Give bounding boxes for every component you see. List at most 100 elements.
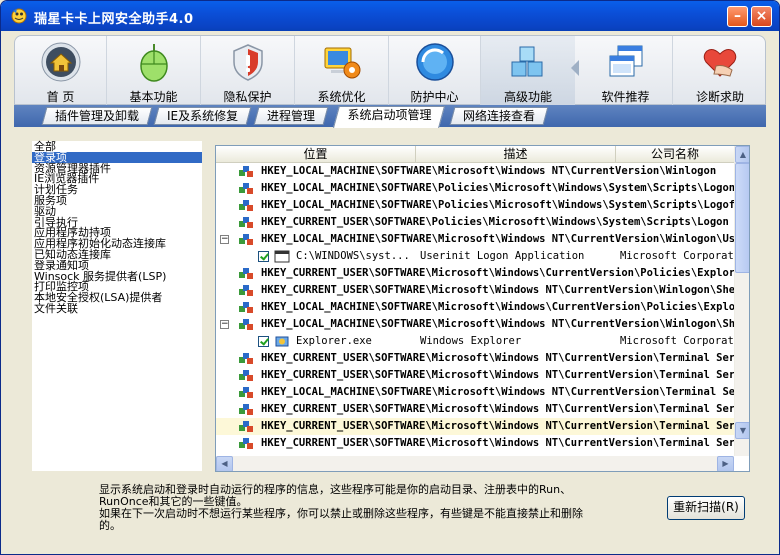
row-location: HKEY_CURRENT_USER\SOFTWARE\Microsoft\Win… (261, 403, 734, 415)
row-location: HKEY_CURRENT_USER\SOFTWARE\Microsoft\Win… (261, 284, 734, 296)
startup-items-list[interactable]: 位置 描述 公司名称 HKEY_LOCAL_MACHINE\SOFTWARE\M… (215, 145, 750, 472)
heart-hand-icon (703, 49, 737, 77)
table-row[interactable]: − HKEY_LOCAL_MACHINE\SOFTWARE\Microsoft\… (216, 316, 734, 333)
row-company: Microsoft Corporation (620, 250, 734, 262)
toolbar-privacy-label: 隐私保护 (223, 90, 272, 104)
list-body: HKEY_LOCAL_MACHINE\SOFTWARE\Microsoft\Wi… (216, 163, 734, 456)
toolbar-optimize[interactable]: 系统优化 (295, 36, 389, 106)
row-location: HKEY_CURRENT_USER\SOFTWARE\Microsoft\Win… (261, 437, 734, 449)
registry-key-icon (239, 319, 253, 330)
vertical-scrollbar[interactable]: ▲ ▼ (734, 146, 749, 456)
row-location: HKEY_CURRENT_USER\SOFTWARE\Policies\Micr… (261, 216, 729, 228)
title-bar[interactable]: 瑞星卡卡上网安全助手4.0 – × (1, 1, 779, 31)
tab-plugin-manage[interactable]: 插件管理及卸载 (41, 107, 153, 125)
tab-network-connections[interactable]: 网络连接查看 (449, 107, 549, 125)
table-row[interactable]: HKEY_LOCAL_MACHINE\SOFTWARE\Policies\Mic… (216, 197, 734, 214)
tab-plugin-manage-label: 插件管理及卸载 (55, 109, 140, 123)
table-row[interactable]: HKEY_LOCAL_MACHINE\SOFTWARE\Microsoft\Wi… (216, 163, 734, 180)
list-header: 位置 描述 公司名称 (216, 146, 734, 163)
table-row[interactable]: HKEY_LOCAL_MACHINE\SOFTWARE\Microsoft\Wi… (216, 299, 734, 316)
collapse-toggle[interactable]: − (220, 320, 229, 329)
collapse-toggle[interactable]: − (220, 235, 229, 244)
table-row[interactable]: HKEY_CURRENT_USER\SOFTWARE\Microsoft\Win… (216, 265, 734, 282)
close-button[interactable]: × (751, 6, 772, 27)
registry-key-icon (239, 285, 253, 296)
tab-process-manage[interactable]: 进程管理 (253, 107, 329, 125)
minimize-button[interactable]: – (727, 6, 748, 27)
table-row[interactable]: HKEY_CURRENT_USER\SOFTWARE\Microsoft\Win… (216, 418, 734, 435)
column-description[interactable]: 描述 (416, 146, 616, 163)
description-line: 如果在下一次启动时不想运行某些程序，你可以禁止或删除这些程序，有些键是不能直接禁… (99, 507, 583, 520)
row-location: HKEY_LOCAL_MACHINE\SOFTWARE\Policies\Mic… (261, 182, 734, 194)
table-row[interactable]: Explorer.exe Windows Explorer Microsoft … (216, 333, 734, 350)
registry-key-icon (239, 387, 253, 398)
tab-network-connections-label: 网络连接查看 (463, 109, 536, 123)
globe-icon (415, 43, 454, 81)
table-row[interactable]: − HKEY_LOCAL_MACHINE\SOFTWARE\Microsoft\… (216, 231, 734, 248)
toolbar-protection-label: 防护中心 (410, 90, 459, 104)
windows-icon (609, 45, 642, 77)
registry-key-icon (239, 302, 253, 313)
registry-key-icon (239, 217, 253, 228)
scroll-left-button[interactable]: ◀ (216, 456, 233, 471)
registry-key-icon (239, 353, 253, 364)
column-company[interactable]: 公司名称 (616, 146, 734, 163)
table-row[interactable]: HKEY_LOCAL_MACHINE\SOFTWARE\Microsoft\Wi… (216, 384, 734, 401)
toolbar-software-label: 软件推荐 (601, 90, 650, 104)
toolbar-help[interactable]: 诊断求助 (673, 36, 767, 106)
scroll-down-button[interactable]: ▼ (735, 422, 749, 439)
table-row[interactable]: HKEY_CURRENT_USER\SOFTWARE\Policies\Micr… (216, 214, 734, 231)
tab-process-manage-label: 进程管理 (267, 109, 316, 123)
toolbar-software[interactable]: 软件推荐 (579, 36, 673, 106)
table-row[interactable]: C:\WINDOWS\syst... Userinit Logon Applic… (216, 248, 734, 265)
home-icon (41, 42, 80, 82)
toolbar-privacy[interactable]: 隐私保护 (201, 36, 295, 106)
table-row[interactable]: HKEY_CURRENT_USER\SOFTWARE\Microsoft\Win… (216, 350, 734, 367)
column-location[interactable]: 位置 (216, 146, 416, 163)
row-location: HKEY_LOCAL_MACHINE\SOFTWARE\Microsoft\Wi… (261, 318, 734, 330)
category-item-services[interactable]: 服务项 (32, 195, 202, 206)
enable-checkbox[interactable] (258, 336, 269, 347)
registry-key-icon (239, 200, 253, 211)
registry-key-icon (239, 421, 253, 432)
enable-checkbox[interactable] (258, 251, 269, 262)
category-list[interactable]: 全部 登录项 资源管理器插件 IE浏览器插件 计划任务 服务项 驱动 引导执行 … (32, 141, 202, 471)
toolbar-advanced[interactable]: 高级功能 (481, 36, 575, 106)
scroll-thumb[interactable] (735, 163, 749, 273)
row-location: HKEY_CURRENT_USER\SOFTWARE\Microsoft\Win… (261, 267, 734, 279)
tab-startup-manage-label: 系统启动项管理 (347, 108, 432, 122)
registry-key-icon (239, 370, 253, 381)
row-location: Explorer.exe (296, 335, 372, 347)
main-window: 瑞星卡卡上网安全助手4.0 – × 首 页 基本功能 隐私保护 系统优化 防护中… (0, 0, 780, 555)
scroll-right-button[interactable]: ▶ (717, 456, 734, 471)
scroll-up-button[interactable]: ▲ (735, 146, 749, 163)
row-description: Userinit Logon Application (420, 250, 585, 262)
toolbar-basic-label: 基本功能 (129, 90, 178, 104)
table-row[interactable]: HKEY_CURRENT_USER\SOFTWARE\Microsoft\Win… (216, 401, 734, 418)
subtab-bar: 插件管理及卸载 IE及系统修复 进程管理 系统启动项管理 网络连接查看 (14, 105, 766, 128)
tab-ie-repair[interactable]: IE及系统修复 (153, 107, 252, 125)
toolbar-home[interactable]: 首 页 (15, 36, 107, 106)
description-text: 显示系统启动和登录时自动运行的程序的信息，这些程序可能是你的启动目录、注册表中的… (99, 484, 659, 532)
tab-startup-manage[interactable]: 系统启动项管理 (333, 106, 445, 128)
table-row[interactable]: HKEY_LOCAL_MACHINE\SOFTWARE\Policies\Mic… (216, 180, 734, 197)
row-location: HKEY_CURRENT_USER\SOFTWARE\Microsoft\Win… (261, 369, 734, 381)
toolbar-basic[interactable]: 基本功能 (107, 36, 201, 106)
category-item-logon[interactable]: 登录项 (32, 151, 202, 163)
horizontal-scrollbar[interactable]: ◀ ▶ (216, 456, 734, 471)
window-file-icon (274, 250, 290, 263)
row-description: Windows Explorer (420, 335, 522, 347)
category-item-drivers[interactable]: 驱动 (32, 206, 202, 217)
table-row[interactable]: HKEY_CURRENT_USER\SOFTWARE\Microsoft\Win… (216, 282, 734, 299)
table-row[interactable]: HKEY_CURRENT_USER\SOFTWARE\Microsoft\Win… (216, 435, 734, 452)
row-location: HKEY_LOCAL_MACHINE\SOFTWARE\Policies\Mic… (261, 199, 734, 211)
description-line: 的。 (99, 519, 121, 532)
registry-key-icon (239, 166, 253, 177)
category-item-logon-notify[interactable]: 登录通知项 (32, 260, 202, 271)
category-item-file-associations[interactable]: 文件关联 (32, 303, 202, 314)
row-location: HKEY_LOCAL_MACHINE\SOFTWARE\Microsoft\Wi… (261, 233, 734, 245)
rescan-button[interactable]: 重新扫描(R) (667, 496, 745, 520)
toolbar-protection[interactable]: 防护中心 (389, 36, 481, 106)
table-row[interactable]: HKEY_CURRENT_USER\SOFTWARE\Microsoft\Win… (216, 367, 734, 384)
toolbar-home-label: 首 页 (46, 90, 75, 104)
